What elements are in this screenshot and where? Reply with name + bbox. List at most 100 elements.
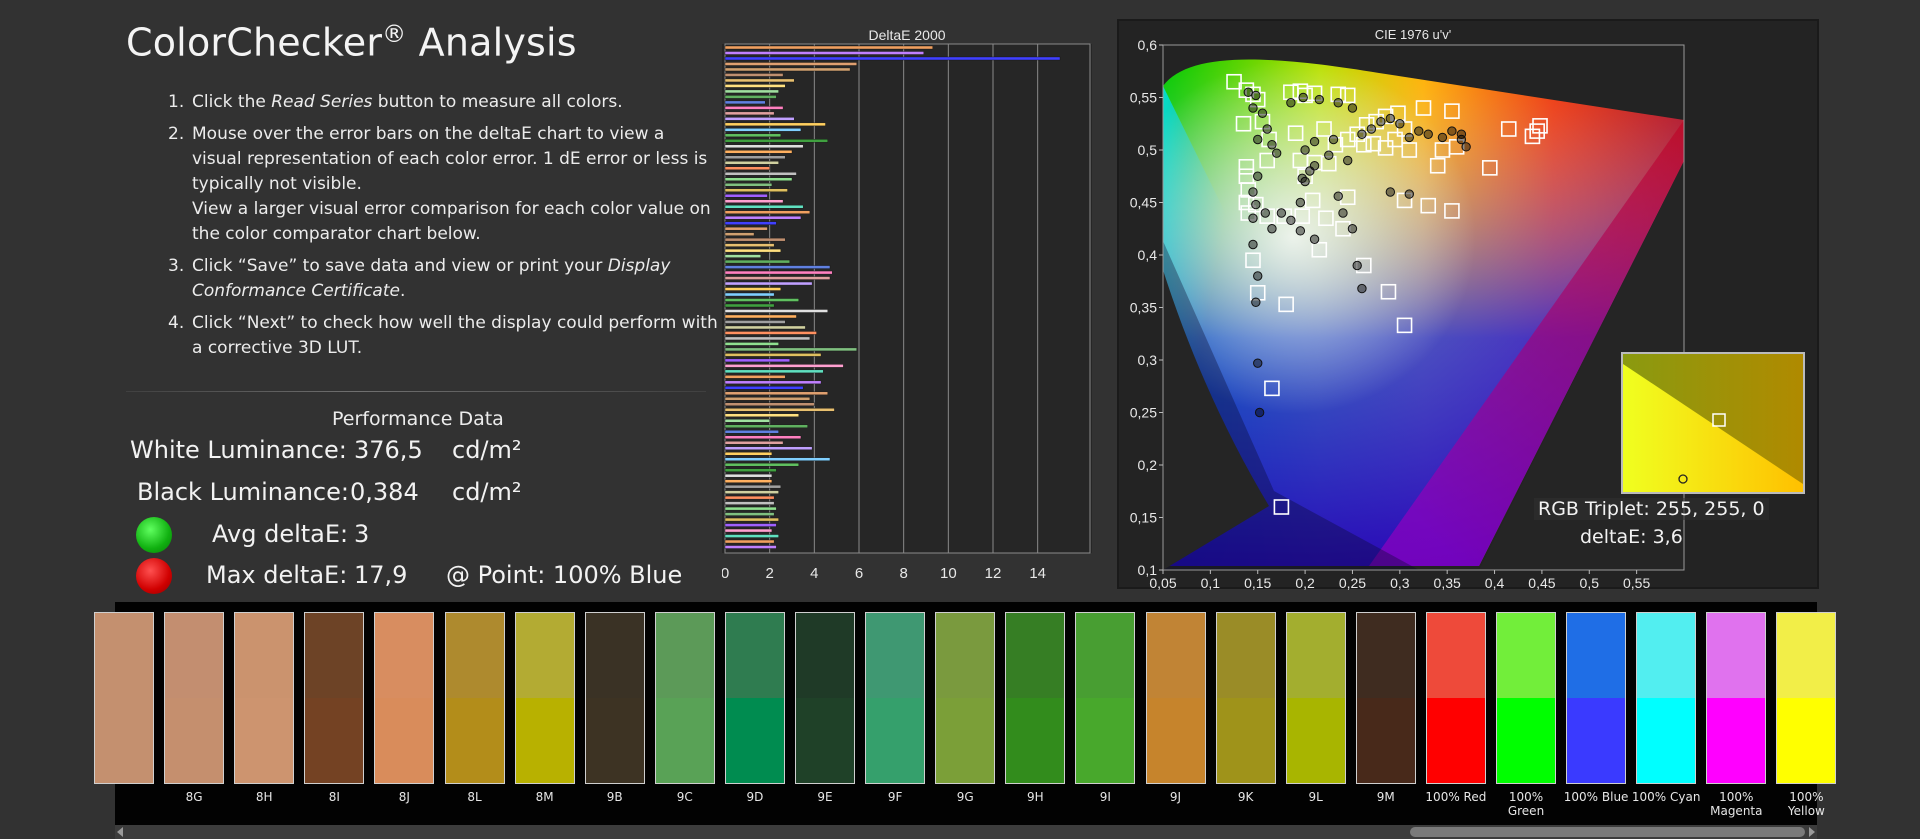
deltae-bar[interactable] [724,451,773,456]
cie-measured-point[interactable] [1253,358,1263,368]
deltae-bar[interactable] [724,331,817,335]
deltae-bar[interactable] [724,254,761,258]
deltae-bar[interactable] [724,462,799,467]
cie-measured-point[interactable] [1309,161,1320,171]
cie-measured-point[interactable] [1309,234,1320,244]
deltae-bar[interactable] [724,386,804,390]
deltae-bar[interactable] [724,358,790,363]
cie-measured-point[interactable] [1297,173,1307,184]
cie-measured-point[interactable] [1298,92,1308,103]
deltae-bar[interactable] [724,259,790,264]
color-swatch[interactable] [94,612,154,784]
deltae-bar[interactable] [724,117,795,121]
cie-measured-point[interactable] [1248,213,1258,223]
color-swatch[interactable] [865,612,926,784]
cie-measured-point[interactable] [1253,171,1263,181]
cie-measured-point[interactable] [1309,136,1320,147]
deltae-bar[interactable] [724,194,768,198]
cie-measured-point[interactable] [1395,119,1405,129]
deltae-bar[interactable] [724,210,811,214]
color-swatch[interactable] [1425,612,1486,784]
cie-measured-point[interactable] [1314,94,1325,105]
deltae-bar[interactable] [724,45,933,50]
deltae-bar[interactable] [724,506,777,511]
color-swatch[interactable] [1355,612,1416,784]
color-swatch[interactable] [1496,612,1556,784]
cie-measured-point[interactable] [1366,124,1377,134]
cie-measured-point[interactable] [1461,142,1471,152]
deltae-bar[interactable] [724,375,786,379]
cie-measured-point[interactable] [1248,103,1258,113]
cie-measured-point[interactable] [1357,283,1367,294]
cie-measured-point[interactable] [1404,189,1414,199]
deltae-bar[interactable] [724,133,782,138]
deltae-bar[interactable] [724,232,755,236]
deltae-bar[interactable] [724,528,773,533]
color-swatch[interactable] [304,612,365,784]
cie-measured-point[interactable] [1251,297,1261,307]
deltae-bar[interactable] [724,166,770,170]
deltae-bar[interactable] [724,248,782,253]
deltae-bar[interactable] [724,303,775,308]
deltae-bar[interactable] [724,314,797,319]
cie-measured-point[interactable] [1343,155,1353,166]
color-swatch[interactable] [234,612,295,784]
cie-measured-point[interactable] [1352,260,1362,271]
color-swatch[interactable] [654,612,715,784]
deltae-bar[interactable] [724,391,828,396]
deltae-bar[interactable] [724,237,786,242]
cie-measured-point[interactable] [1260,208,1271,218]
cie-measured-point[interactable] [1254,407,1265,418]
deltae-bar[interactable] [724,369,824,374]
deltae-bar[interactable] [724,545,777,549]
cie-measured-point[interactable] [1423,129,1433,139]
cie-measured-point[interactable] [1248,239,1258,250]
deltae-bar[interactable] [724,281,813,286]
deltae-bar[interactable] [724,188,788,192]
cie-measured-point[interactable] [1385,187,1396,197]
deltae-bar[interactable] [724,353,822,357]
deltae-bar[interactable] [724,139,828,143]
deltae-bar[interactable] [724,534,779,538]
deltae-bar[interactable] [724,270,833,275]
deltae-bar[interactable] [724,100,766,105]
deltae-bar[interactable] [724,128,802,132]
cie-measured-point[interactable] [1357,129,1367,139]
deltae-bar[interactable] [724,320,786,324]
deltae-bar[interactable] [724,435,802,439]
cie-measured-point[interactable] [1248,187,1258,197]
cie-measured-point[interactable] [1437,132,1448,143]
cie-measured-point[interactable] [1267,224,1277,234]
color-swatch[interactable] [1145,612,1206,784]
deltae-bar[interactable] [724,473,773,478]
cie-measured-point[interactable] [1333,191,1343,201]
deltae-bar[interactable] [724,413,799,417]
deltae-bar[interactable] [724,517,779,522]
deltae-bar[interactable] [724,62,857,66]
cie-measured-point[interactable] [1267,140,1277,150]
cie-measured-point[interactable] [1251,90,1261,101]
deltae-bar[interactable] [724,161,779,165]
deltae-bar[interactable] [724,408,835,412]
cie-measured-point[interactable] [1338,208,1348,218]
deltae-bar[interactable] [724,287,782,291]
cie-measured-point[interactable] [1404,132,1414,143]
deltae-bar[interactable] [724,347,857,352]
color-swatch[interactable] [795,612,855,784]
deltae-bar[interactable] [724,177,793,181]
cie-measured-point[interactable] [1447,126,1457,136]
cie-measured-point[interactable] [1271,148,1282,158]
deltae-bar[interactable] [724,78,795,83]
color-swatch[interactable] [584,612,645,784]
cie-measured-point[interactable] [1456,129,1467,139]
deltae-bar[interactable] [724,172,797,176]
cie-measured-point[interactable] [1328,134,1339,145]
cie-measured-point[interactable] [1324,150,1334,160]
deltae-bar[interactable] [724,183,773,187]
deltae-bar[interactable] [724,144,804,149]
deltae-bar[interactable] [724,89,779,94]
deltae-bar[interactable] [724,501,775,505]
deltae-bar[interactable] [724,67,851,72]
horizontal-scrollbar[interactable] [115,825,1817,839]
cie-measured-point[interactable] [1333,98,1343,108]
